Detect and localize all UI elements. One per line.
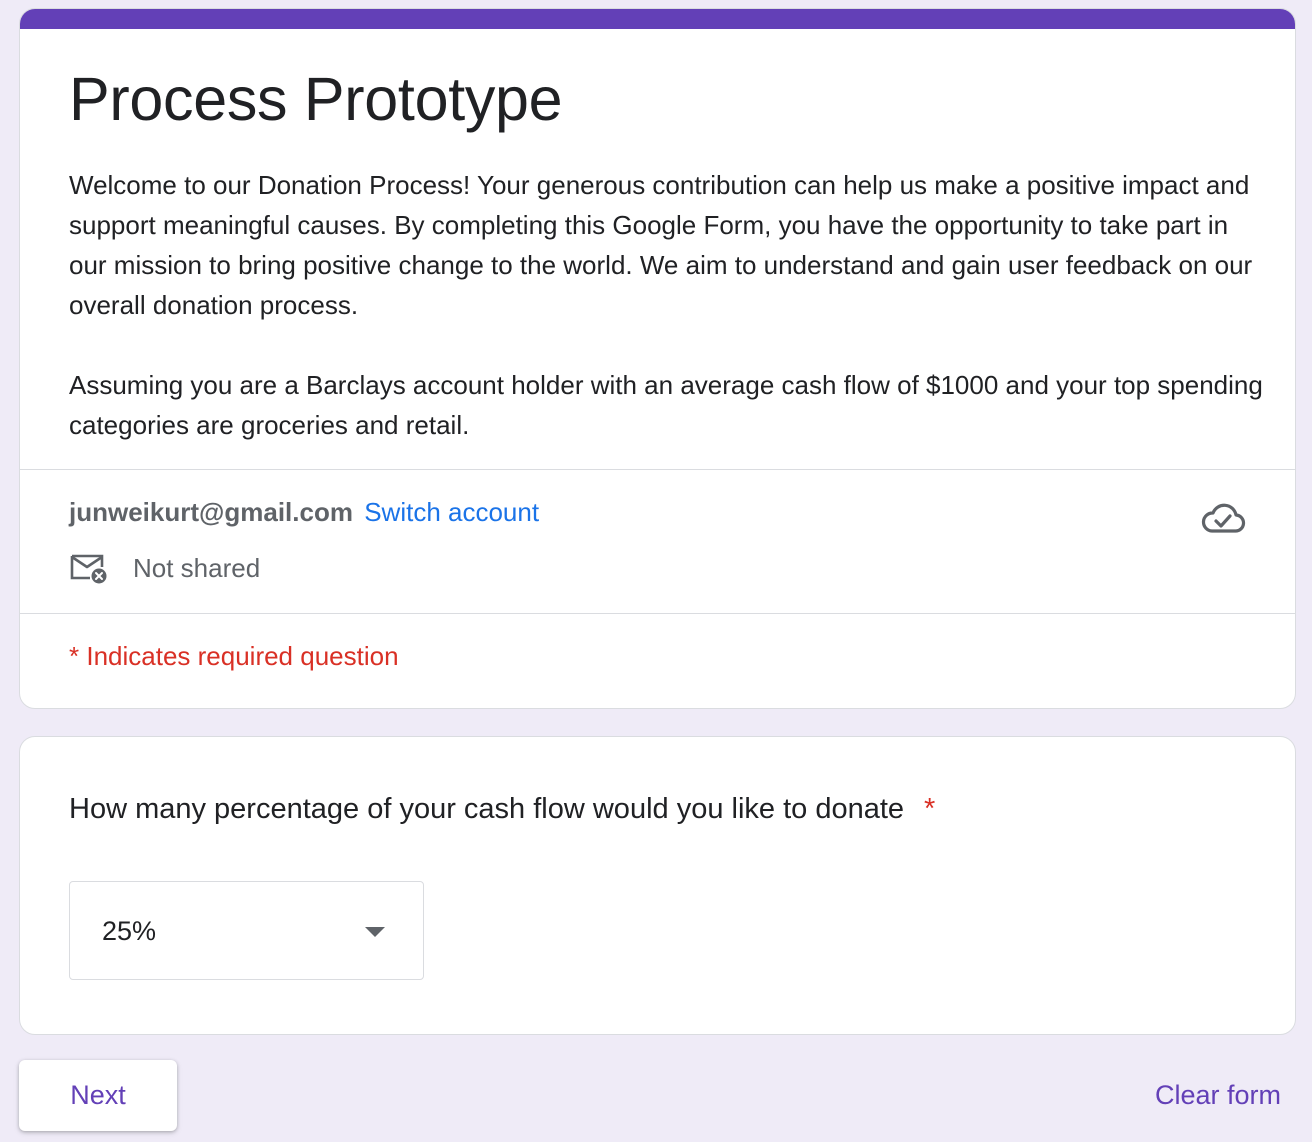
clear-form-button[interactable]: Clear form	[1155, 1078, 1281, 1112]
next-button[interactable]: Next	[19, 1060, 177, 1131]
cloud-check-icon	[1201, 503, 1246, 533]
form-title: Process Prototype	[69, 65, 563, 133]
dropdown-selected-value: 25%	[102, 916, 157, 946]
chevron-down-icon	[365, 927, 385, 937]
description-paragraph: Welcome to our Donation Process! Your ge…	[69, 170, 1253, 320]
question-text: How many percentage of your cash flow wo…	[69, 793, 905, 825]
sharing-status-text: Not shared	[133, 553, 261, 583]
question-card: How many percentage of your cash flow wo…	[19, 736, 1296, 1035]
required-question-note: * Indicates required question	[69, 641, 399, 671]
form-header-card: Process Prototype Welcome to our Donatio…	[19, 8, 1296, 709]
accent-bar	[20, 9, 1295, 29]
description-paragraph: Assuming you are a Barclays account hold…	[69, 370, 1263, 440]
account-email: junweikurt@gmail.com	[69, 497, 353, 527]
switch-account-link[interactable]: Switch account	[364, 497, 539, 527]
form-description: Welcome to our Donation Process! Your ge…	[69, 165, 1269, 445]
divider	[20, 469, 1295, 470]
question-label: How many percentage of your cash flow wo…	[69, 791, 935, 827]
mail-not-shared-icon	[70, 554, 107, 584]
account-row: junweikurt@gmail.com Switch account	[69, 495, 539, 529]
required-marker: *	[924, 793, 936, 825]
sharing-status-row: Not shared	[69, 551, 260, 585]
percentage-dropdown[interactable]: 25%	[69, 881, 424, 980]
divider	[20, 613, 1295, 614]
